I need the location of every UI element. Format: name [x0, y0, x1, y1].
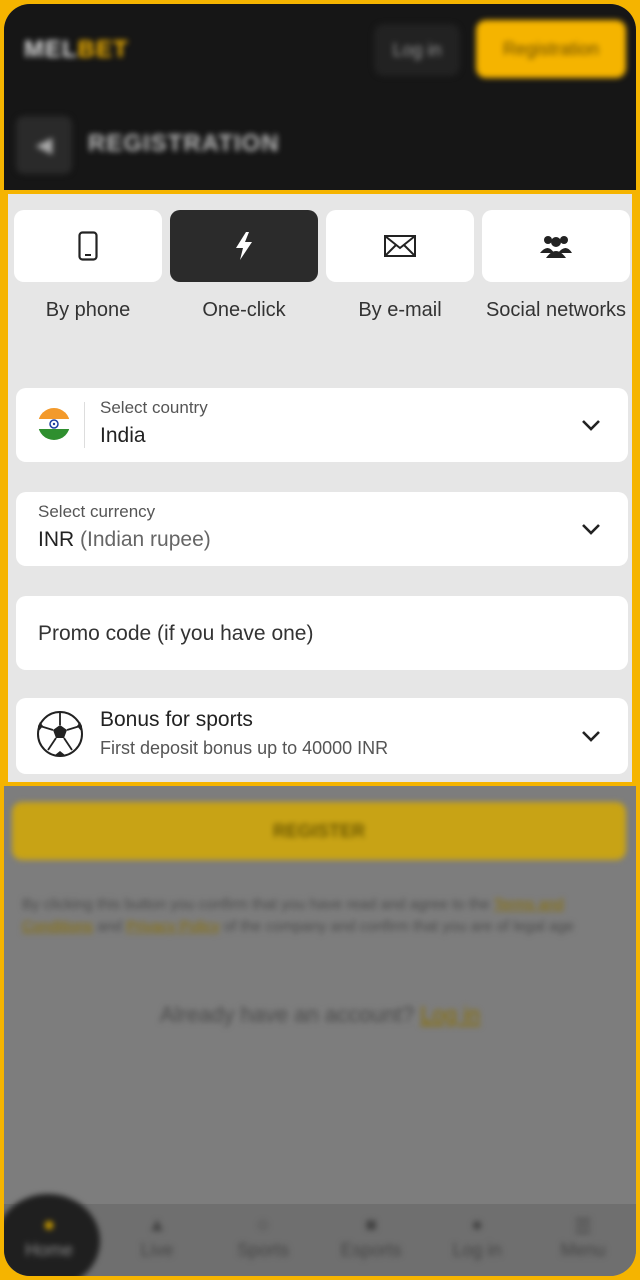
- nav-label: Menu: [560, 1240, 606, 1260]
- india-flag-icon: [38, 408, 70, 440]
- currency-label: Select currency: [38, 502, 156, 521]
- nav-label: Log in: [452, 1240, 502, 1260]
- tab-card[interactable]: [14, 210, 162, 282]
- bonus-subtitle: First deposit bonus up to 40000 INR: [100, 738, 389, 758]
- top-header: MELBET Log in Registration ◀ REGISTRATIO…: [4, 4, 636, 190]
- fire-icon: ▲: [147, 1214, 167, 1236]
- gamepad-icon: ■: [364, 1214, 378, 1236]
- tab-social-networks[interactable]: Social networks: [482, 210, 630, 323]
- phone-icon: [78, 231, 98, 261]
- registration-form-panel: By phone One-click By e-mail Social netw…: [4, 190, 636, 786]
- page-title: REGISTRATION: [88, 130, 280, 157]
- ball-icon: ○: [256, 1214, 270, 1236]
- promo-code-field[interactable]: Promo code (if you have one): [16, 596, 628, 670]
- bottom-navigation: ● Home ▲ Live ○ Sports ■ Esports ● Log i…: [4, 1194, 636, 1276]
- nav-sports[interactable]: ○ Sports: [218, 1214, 308, 1261]
- menu-icon: ☰: [574, 1216, 592, 1238]
- logo: MELBET: [24, 36, 129, 64]
- terms-text: By clicking this button you confirm that…: [22, 894, 618, 938]
- promo-code-placeholder: Promo code (if you have one): [38, 622, 314, 645]
- currency-value: INR (Indian rupee): [38, 528, 211, 552]
- user-icon: ●: [470, 1214, 484, 1236]
- soccer-ball-icon: [37, 711, 83, 757]
- currency-select[interactable]: Select currency INR (Indian rupee): [16, 492, 628, 566]
- nav-esports[interactable]: ■ Esports: [326, 1214, 416, 1261]
- country-label: Select country: [100, 398, 208, 417]
- divider: [84, 402, 85, 448]
- logo-main: MEL: [24, 36, 78, 63]
- registration-method-tabs: By phone One-click By e-mail Social netw…: [14, 210, 630, 360]
- nav-live[interactable]: ▲ Live: [112, 1214, 202, 1261]
- header-registration-button[interactable]: Registration: [476, 20, 626, 78]
- account-question: Already have an account?: [159, 1002, 415, 1027]
- nav-menu[interactable]: ☰ Menu: [538, 1214, 628, 1261]
- register-button[interactable]: REGISTER: [12, 802, 626, 860]
- country-value: India: [100, 424, 146, 447]
- nav-label: Esports: [340, 1240, 402, 1260]
- header-login-button[interactable]: Log in: [374, 24, 460, 76]
- bonus-select[interactable]: Bonus for sports First deposit bonus up …: [16, 698, 628, 774]
- currency-code: INR: [38, 528, 75, 551]
- nav-label: Sports: [236, 1240, 290, 1260]
- terms-text-2: and: [97, 918, 123, 935]
- bottom-area: REGISTER By clicking this button you con…: [4, 786, 636, 1276]
- bonus-title: Bonus for sports: [100, 708, 253, 731]
- tab-label: One-click: [202, 299, 286, 321]
- app-frame: MELBET Log in Registration ◀ REGISTRATIO…: [4, 4, 636, 1276]
- tab-card[interactable]: [482, 210, 630, 282]
- nav-label: Live: [140, 1240, 174, 1260]
- currency-name: (Indian rupee): [80, 528, 211, 551]
- tab-by-phone[interactable]: By phone: [14, 210, 162, 323]
- terms-text-3: of the company and confirm that you are …: [223, 918, 575, 935]
- country-select[interactable]: Select country India: [16, 388, 628, 462]
- back-arrow-icon: ◀: [35, 132, 53, 157]
- chevron-down-icon: [582, 524, 600, 535]
- nav-home[interactable]: ● Home: [4, 1214, 94, 1261]
- logo-accent: BET: [77, 36, 129, 63]
- terms-text-1: By clicking this button you confirm that…: [22, 896, 490, 913]
- login-link[interactable]: Log in: [420, 1002, 480, 1027]
- tab-by-email[interactable]: By e-mail: [326, 210, 474, 323]
- nav-login[interactable]: ● Log in: [432, 1214, 522, 1261]
- chevron-down-icon: [582, 420, 600, 431]
- envelope-icon: [384, 235, 416, 257]
- tab-card[interactable]: [326, 210, 474, 282]
- tab-label: By e-mail: [358, 299, 442, 321]
- privacy-link[interactable]: Privacy Policy: [126, 918, 219, 935]
- tab-one-click[interactable]: One-click: [170, 210, 318, 323]
- nav-label: Home: [24, 1240, 73, 1260]
- lightning-icon: [236, 232, 252, 260]
- already-have-account: Already have an account? Log in: [4, 1002, 636, 1028]
- home-icon: ●: [42, 1214, 56, 1236]
- tab-label: By phone: [45, 299, 131, 321]
- back-button[interactable]: ◀: [16, 116, 72, 174]
- tab-label: Social networks: [485, 299, 627, 321]
- chevron-down-icon: [582, 731, 600, 742]
- users-icon: [540, 236, 572, 258]
- tab-card[interactable]: [170, 210, 318, 282]
